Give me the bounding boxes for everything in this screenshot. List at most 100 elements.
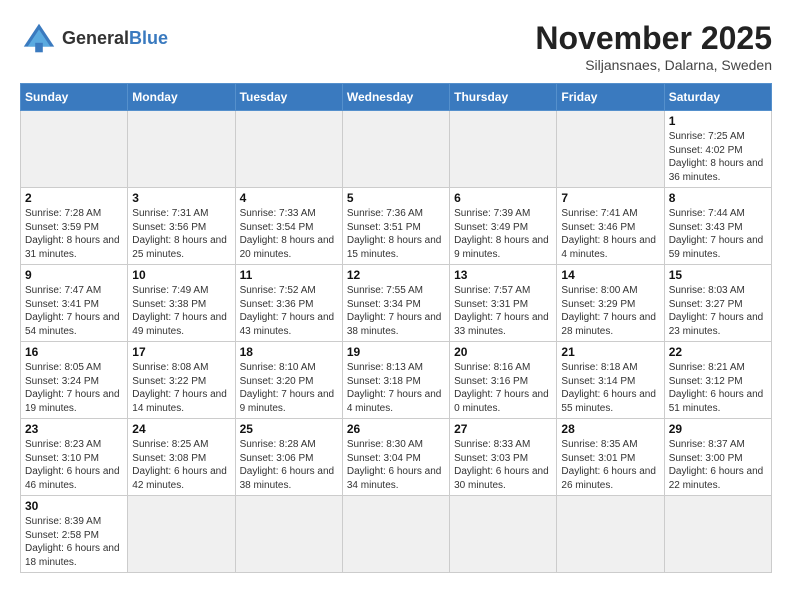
calendar-row: 1Sunrise: 7:25 AM Sunset: 4:02 PM Daylig…: [21, 111, 772, 188]
header-wednesday: Wednesday: [342, 84, 449, 111]
table-row: 14Sunrise: 8:00 AM Sunset: 3:29 PM Dayli…: [557, 265, 664, 342]
day-info: Sunrise: 8:21 AM Sunset: 3:12 PM Dayligh…: [669, 361, 767, 415]
table-row: 13Sunrise: 7:57 AM Sunset: 3:31 PM Dayli…: [450, 265, 557, 342]
day-number: 4: [240, 191, 338, 205]
day-info: Sunrise: 7:36 AM Sunset: 3:51 PM Dayligh…: [347, 207, 445, 261]
header: GeneralBlue November 2025 Siljansnaes, D…: [20, 20, 772, 73]
table-row: 17Sunrise: 8:08 AM Sunset: 3:22 PM Dayli…: [128, 342, 235, 419]
day-number: 5: [347, 191, 445, 205]
day-info: Sunrise: 8:08 AM Sunset: 3:22 PM Dayligh…: [132, 361, 230, 415]
table-row: [342, 496, 449, 573]
header-monday: Monday: [128, 84, 235, 111]
calendar-row: 2 Sunrise: 7:28 AM Sunset: 3:59 PM Daylig…: [21, 188, 772, 265]
day-info: Sunrise: 7:44 AM Sunset: 3:43 PM Dayligh…: [669, 207, 767, 261]
day-info: Sunrise: 7:28 AM Sunset: 3:59 PM Dayligh…: [25, 207, 123, 261]
day-number: 19: [347, 345, 445, 359]
day-number: 8: [669, 191, 767, 205]
page: GeneralBlue November 2025 Siljansnaes, D…: [0, 0, 792, 583]
table-row: 6 Sunrise: 7:39 AM Sunset: 3:49 PM Daylig…: [450, 188, 557, 265]
table-row: [664, 496, 771, 573]
day-info: Sunrise: 8:05 AM Sunset: 3:24 PM Dayligh…: [25, 361, 123, 415]
day-info: Sunrise: 8:10 AM Sunset: 3:20 PM Dayligh…: [240, 361, 338, 415]
day-number: 26: [347, 422, 445, 436]
day-number: 1: [669, 114, 767, 128]
day-info: Sunrise: 7:47 AM Sunset: 3:41 PM Dayligh…: [25, 284, 123, 338]
day-info: Sunrise: 7:33 AM Sunset: 3:54 PM Dayligh…: [240, 207, 338, 261]
day-number: 6: [454, 191, 552, 205]
table-row: 8 Sunrise: 7:44 AM Sunset: 3:43 PM Daylig…: [664, 188, 771, 265]
table-row: 18 Sunrise: 8:10 AM Sunset: 3:20 PM Dayli…: [235, 342, 342, 419]
day-info: Sunrise: 8:13 AM Sunset: 3:18 PM Dayligh…: [347, 361, 445, 415]
day-number: 2: [25, 191, 123, 205]
table-row: 11 Sunrise: 7:52 AM Sunset: 3:36 PM Dayli…: [235, 265, 342, 342]
day-number: 22: [669, 345, 767, 359]
day-info: Sunrise: 8:16 AM Sunset: 3:16 PM Dayligh…: [454, 361, 552, 415]
table-row: 29Sunrise: 8:37 AM Sunset: 3:00 PM Dayli…: [664, 419, 771, 496]
table-row: 28 Sunrise: 8:35 AM Sunset: 3:01 PM Dayli…: [557, 419, 664, 496]
table-row: 26 Sunrise: 8:30 AM Sunset: 3:04 PM Dayli…: [342, 419, 449, 496]
table-row: 1Sunrise: 7:25 AM Sunset: 4:02 PM Daylig…: [664, 111, 771, 188]
header-saturday: Saturday: [664, 84, 771, 111]
day-info: Sunrise: 8:28 AM Sunset: 3:06 PM Dayligh…: [240, 438, 338, 492]
calendar-row: 16 Sunrise: 8:05 AM Sunset: 3:24 PM Dayli…: [21, 342, 772, 419]
table-row: 12Sunrise: 7:55 AM Sunset: 3:34 PM Dayli…: [342, 265, 449, 342]
table-row: 3Sunrise: 7:31 AM Sunset: 3:56 PM Daylig…: [128, 188, 235, 265]
table-row: [21, 111, 128, 188]
day-number: 30: [25, 499, 123, 513]
table-row: [450, 111, 557, 188]
day-info: Sunrise: 7:41 AM Sunset: 3:46 PM Dayligh…: [561, 207, 659, 261]
table-row: 21Sunrise: 8:18 AM Sunset: 3:14 PM Dayli…: [557, 342, 664, 419]
day-info: Sunrise: 7:39 AM Sunset: 3:49 PM Dayligh…: [454, 207, 552, 261]
table-row: 15Sunrise: 8:03 AM Sunset: 3:27 PM Dayli…: [664, 265, 771, 342]
day-info: Sunrise: 8:37 AM Sunset: 3:00 PM Dayligh…: [669, 438, 767, 492]
table-row: 27 Sunrise: 8:33 AM Sunset: 3:03 PM Dayli…: [450, 419, 557, 496]
day-number: 3: [132, 191, 230, 205]
day-info: Sunrise: 8:30 AM Sunset: 3:04 PM Dayligh…: [347, 438, 445, 492]
table-row: [557, 111, 664, 188]
month-year: November 2025: [535, 20, 772, 57]
table-row: 23Sunrise: 8:23 AM Sunset: 3:10 PM Dayli…: [21, 419, 128, 496]
table-row: [235, 111, 342, 188]
day-info: Sunrise: 7:52 AM Sunset: 3:36 PM Dayligh…: [240, 284, 338, 338]
day-number: 28: [561, 422, 659, 436]
day-number: 9: [25, 268, 123, 282]
calendar: Sunday Monday Tuesday Wednesday Thursday…: [20, 83, 772, 573]
day-number: 10: [132, 268, 230, 282]
title-block: November 2025 Siljansnaes, Dalarna, Swed…: [535, 20, 772, 73]
day-info: Sunrise: 8:39 AM Sunset: 2:58 PM Dayligh…: [25, 515, 123, 569]
day-number: 20: [454, 345, 552, 359]
day-info: Sunrise: 8:25 AM Sunset: 3:08 PM Dayligh…: [132, 438, 230, 492]
table-row: 7Sunrise: 7:41 AM Sunset: 3:46 PM Daylig…: [557, 188, 664, 265]
table-row: [557, 496, 664, 573]
day-info: Sunrise: 8:03 AM Sunset: 3:27 PM Dayligh…: [669, 284, 767, 338]
day-info: Sunrise: 8:33 AM Sunset: 3:03 PM Dayligh…: [454, 438, 552, 492]
logo-blue: Blue: [129, 28, 168, 48]
table-row: 30 Sunrise: 8:39 AM Sunset: 2:58 PM Dayli…: [21, 496, 128, 573]
day-number: 11: [240, 268, 338, 282]
day-info: Sunrise: 8:23 AM Sunset: 3:10 PM Dayligh…: [25, 438, 123, 492]
table-row: [128, 496, 235, 573]
day-info: Sunrise: 8:35 AM Sunset: 3:01 PM Dayligh…: [561, 438, 659, 492]
header-tuesday: Tuesday: [235, 84, 342, 111]
day-number: 16: [25, 345, 123, 359]
table-row: 22 Sunrise: 8:21 AM Sunset: 3:12 PM Dayli…: [664, 342, 771, 419]
table-row: [450, 496, 557, 573]
table-row: [342, 111, 449, 188]
day-number: 25: [240, 422, 338, 436]
table-row: 19 Sunrise: 8:13 AM Sunset: 3:18 PM Dayli…: [342, 342, 449, 419]
day-number: 21: [561, 345, 659, 359]
day-number: 27: [454, 422, 552, 436]
day-number: 18: [240, 345, 338, 359]
calendar-row: 9 Sunrise: 7:47 AM Sunset: 3:41 PM Daylig…: [21, 265, 772, 342]
day-number: 13: [454, 268, 552, 282]
table-row: 16 Sunrise: 8:05 AM Sunset: 3:24 PM Dayli…: [21, 342, 128, 419]
header-sunday: Sunday: [21, 84, 128, 111]
header-friday: Friday: [557, 84, 664, 111]
header-thursday: Thursday: [450, 84, 557, 111]
day-number: 24: [132, 422, 230, 436]
table-row: [235, 496, 342, 573]
logo-text: GeneralBlue: [62, 29, 168, 49]
logo: GeneralBlue: [20, 20, 168, 58]
table-row: 20 Sunrise: 8:16 AM Sunset: 3:16 PM Dayli…: [450, 342, 557, 419]
table-row: 4 Sunrise: 7:33 AM Sunset: 3:54 PM Daylig…: [235, 188, 342, 265]
